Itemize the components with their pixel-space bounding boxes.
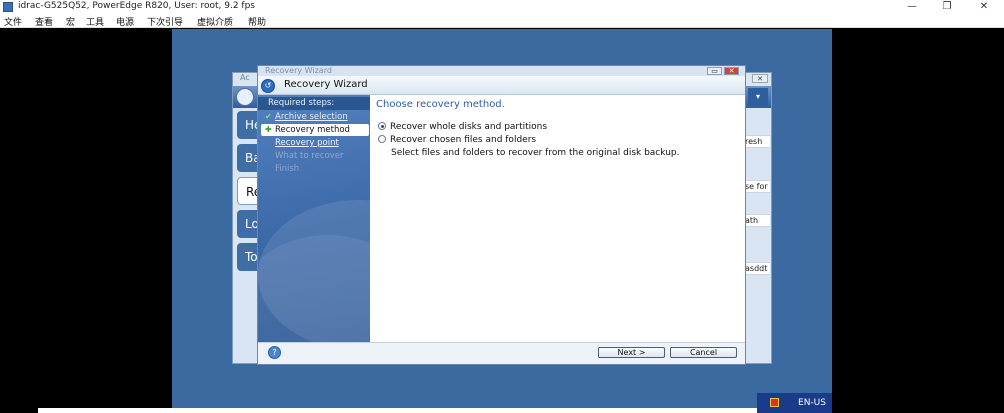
background-close-icon[interactable]: ✕ <box>752 74 768 83</box>
step-recovery-point[interactable]: Recovery point <box>265 137 339 149</box>
cancel-button[interactable]: Cancel <box>670 347 737 358</box>
help-icon[interactable]: ? <box>268 346 281 359</box>
background-text: asddt <box>745 262 770 275</box>
current-step-icon: ✚ <box>265 125 272 134</box>
option-whole-disks[interactable]: Recover whole disks and partitions <box>378 122 547 132</box>
check-icon: ✔ <box>265 112 272 121</box>
back-arrow-icon[interactable] <box>236 88 254 106</box>
option-label: Recover whole disks and partitions <box>390 122 548 132</box>
wizard-window-title: Recovery Wizard <box>265 66 332 75</box>
nav-tab-logs[interactable]: Lo <box>237 210 259 238</box>
step-archive-selection[interactable]: ✔ Archive selection <box>265 111 348 123</box>
steps-header: Required steps: <box>258 97 370 110</box>
steps-header-label: Required steps: <box>268 98 335 108</box>
flag-icon <box>770 398 779 407</box>
menu-macro[interactable]: 宏 <box>66 15 75 28</box>
wizard-close-icon[interactable]: ✕ <box>724 67 739 75</box>
radio-unselected-icon[interactable] <box>378 135 386 143</box>
option-label: Recover chosen files and folders <box>390 135 537 145</box>
wizard-logo-icon: ↺ <box>261 79 275 93</box>
page-title: Choose recovery method. <box>376 99 505 110</box>
step-label: Archive selection <box>275 112 348 122</box>
wizard-header-title: Recovery Wizard <box>284 79 368 90</box>
language-indicator[interactable]: EN-US <box>792 393 832 413</box>
app-icon <box>3 2 13 12</box>
taskbar-app-icon[interactable] <box>757 393 792 413</box>
menu-tools[interactable]: 工具 <box>86 15 104 28</box>
wizard-help-icon[interactable]: ▭ <box>707 67 722 75</box>
menu-next-boot[interactable]: 下次引导 <box>147 15 183 28</box>
menu-help[interactable]: 帮助 <box>248 15 266 28</box>
bottom-strip <box>38 408 758 413</box>
menu-view[interactable]: 查看 <box>35 15 53 28</box>
background-text: ath <box>745 214 770 227</box>
chevron-down-icon[interactable]: ▾ <box>748 88 768 106</box>
background-text: se for <box>745 180 770 193</box>
sidebar-decoration <box>258 235 370 342</box>
step-recovery-method: ✚ Recovery method <box>261 124 369 136</box>
menu-power[interactable]: 电源 <box>116 15 134 28</box>
option-files-folders[interactable]: Recover chosen files and folders <box>378 135 536 145</box>
step-finish: Finish <box>275 164 300 174</box>
nav-tab-home[interactable]: He <box>237 111 261 139</box>
host-menubar: 文件 查看 宏 工具 电源 下次引导 虚拟介质 帮助 <box>0 14 1004 28</box>
host-title: idrac-G525Q52, PowerEdge R820, User: roo… <box>18 1 255 11</box>
close-icon[interactable]: ✕ <box>974 0 994 14</box>
radio-selected-icon[interactable] <box>378 122 386 130</box>
nav-tab-recovery[interactable]: Re <box>237 177 261 205</box>
background-text: resh <box>745 135 770 148</box>
nav-tab-tools[interactable]: To <box>237 243 259 271</box>
nav-tab-backup[interactable]: Ba <box>237 144 261 172</box>
step-label: Recovery method <box>275 125 350 135</box>
step-what-to-recover: What to recover <box>275 151 344 161</box>
restore-icon[interactable]: ❐ <box>937 0 957 14</box>
minimize-icon[interactable]: — <box>902 0 922 14</box>
option-description: Select files and folders to recover from… <box>391 148 680 158</box>
menu-file[interactable]: 文件 <box>4 15 22 28</box>
menu-virtual-media[interactable]: 虚拟介质 <box>197 15 233 28</box>
background-app-title: Ac <box>240 73 250 82</box>
next-button[interactable]: Next > <box>598 347 665 358</box>
